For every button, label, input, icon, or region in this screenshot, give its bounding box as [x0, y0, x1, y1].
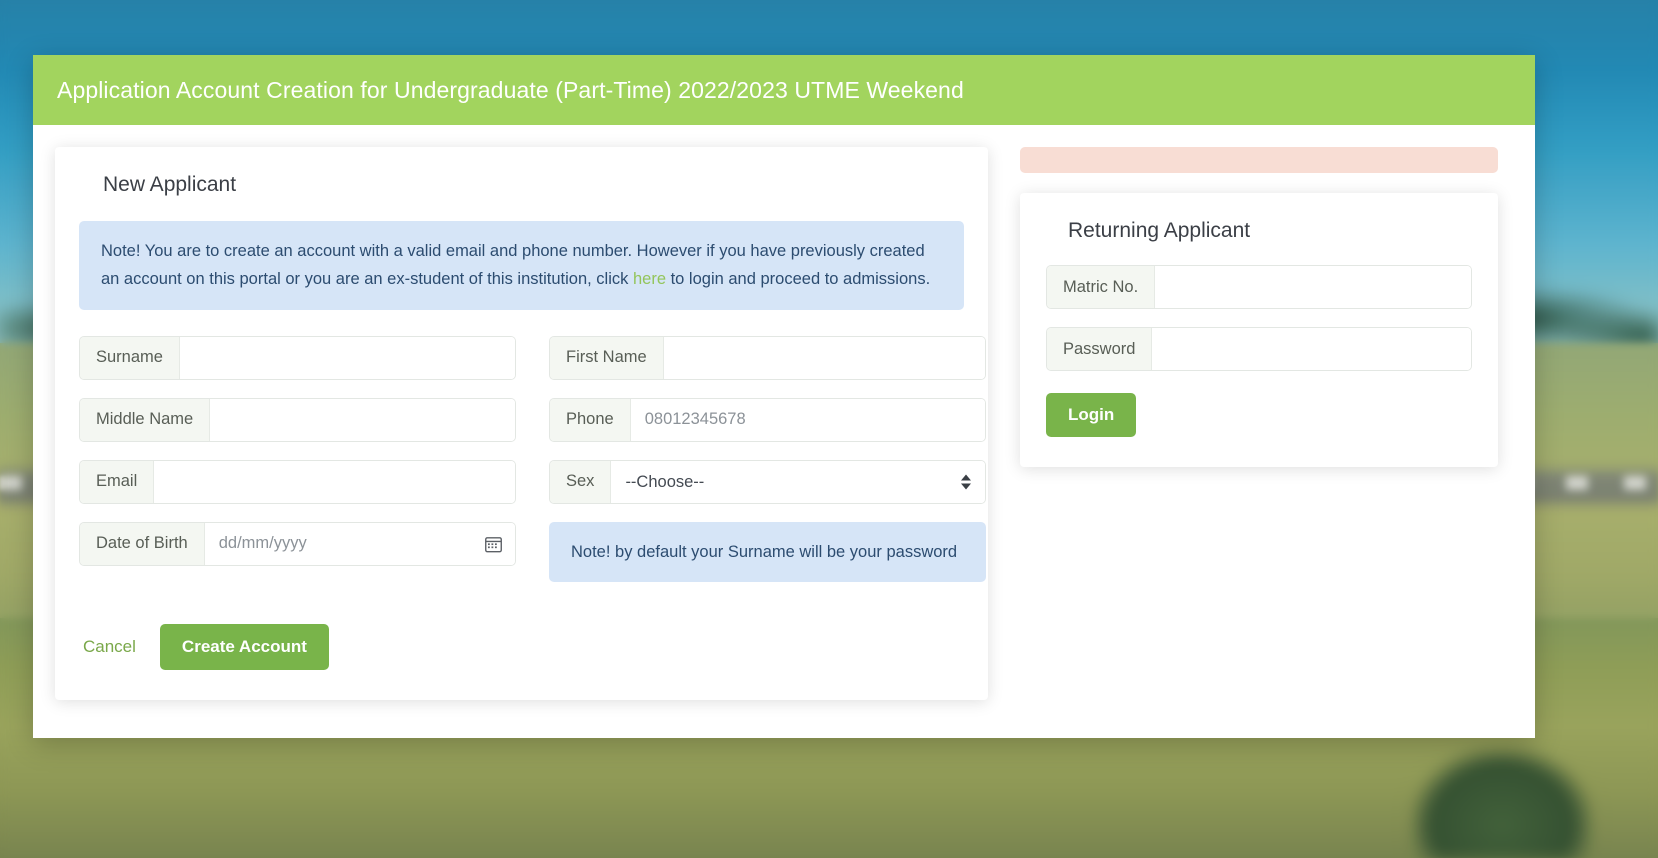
returning-applicant-title: Returning Applicant [1068, 219, 1251, 242]
page-header: Application Account Creation for Undergr… [33, 55, 1535, 125]
page-body: New Applicant Note! You are to create an… [33, 125, 1535, 701]
error-alert-banner [1020, 147, 1498, 173]
matric-no-input[interactable] [1155, 266, 1471, 308]
new-applicant-column: New Applicant Note! You are to create an… [33, 147, 1010, 701]
cancel-button[interactable]: Cancel [79, 627, 140, 667]
phone-input[interactable] [630, 398, 985, 441]
first-name-row: First Name [549, 335, 986, 380]
sex-row: Sex --Choose-- [549, 459, 986, 504]
matric-no-label: Matric No. [1047, 266, 1156, 308]
matric-no-group: Matric No. [1046, 265, 1472, 309]
info-note: Note! You are to create an account with … [79, 221, 964, 310]
date-of-birth-row: Date of Birth [79, 521, 516, 582]
middle-name-label: Middle Name [80, 398, 211, 441]
middle-name-input[interactable] [210, 398, 515, 441]
date-of-birth-input[interactable] [204, 522, 515, 565]
password-label: Password [1047, 328, 1153, 370]
middle-name-row: Middle Name [79, 397, 516, 442]
phone-row: Phone [549, 397, 986, 442]
page-title: Application Account Creation for Undergr… [57, 76, 964, 103]
phone-label: Phone [550, 398, 631, 441]
date-of-birth-group: Date of Birth [79, 521, 516, 566]
email-group: Email [79, 459, 516, 504]
matric-no-row: Matric No. [1046, 265, 1472, 309]
password-group: Password [1046, 327, 1472, 371]
surname-row: Surname [79, 335, 516, 380]
surname-label: Surname [80, 336, 180, 379]
sex-label: Sex [550, 460, 612, 503]
new-applicant-title: New Applicant [103, 173, 237, 196]
first-name-label: First Name [550, 336, 664, 379]
date-input-wrap [204, 522, 515, 565]
new-applicant-form: Surname First Name Middle Name Phone 080… [79, 335, 986, 583]
login-button[interactable]: Login [1046, 393, 1137, 437]
form-actions: Cancel Create Account [79, 624, 964, 671]
login-here-link[interactable]: here [633, 270, 666, 288]
password-input[interactable] [1152, 328, 1471, 370]
sex-group: Sex --Choose-- [549, 459, 986, 504]
returning-applicant-column: Returning Applicant Matric No. Password … [1010, 147, 1520, 700]
password-row: Password [1046, 327, 1472, 371]
calendar-icon[interactable] [485, 535, 502, 553]
surname-input[interactable] [179, 336, 515, 379]
date-of-birth-label: Date of Birth [80, 522, 205, 565]
surname-group: Surname [79, 335, 516, 380]
email-input[interactable] [154, 460, 515, 503]
phone-group: Phone [549, 397, 986, 442]
sex-select-wrap: --Choose-- [611, 460, 985, 503]
info-note-text-after: to login and proceed to admissions. [666, 270, 931, 289]
first-name-input[interactable] [663, 336, 985, 379]
middle-name-group: Middle Name [79, 397, 516, 442]
email-label: Email [80, 460, 155, 503]
password-note: Note! by default your Surname will be yo… [549, 521, 986, 583]
new-applicant-panel: New Applicant Note! You are to create an… [55, 147, 988, 701]
application-card: Application Account Creation for Undergr… [33, 55, 1535, 738]
returning-applicant-panel: Returning Applicant Matric No. Password … [1020, 193, 1498, 467]
email-row: Email [79, 459, 516, 504]
sex-select[interactable]: --Choose-- [611, 460, 985, 503]
create-account-button[interactable]: Create Account [159, 624, 329, 671]
first-name-group: First Name [549, 335, 986, 380]
